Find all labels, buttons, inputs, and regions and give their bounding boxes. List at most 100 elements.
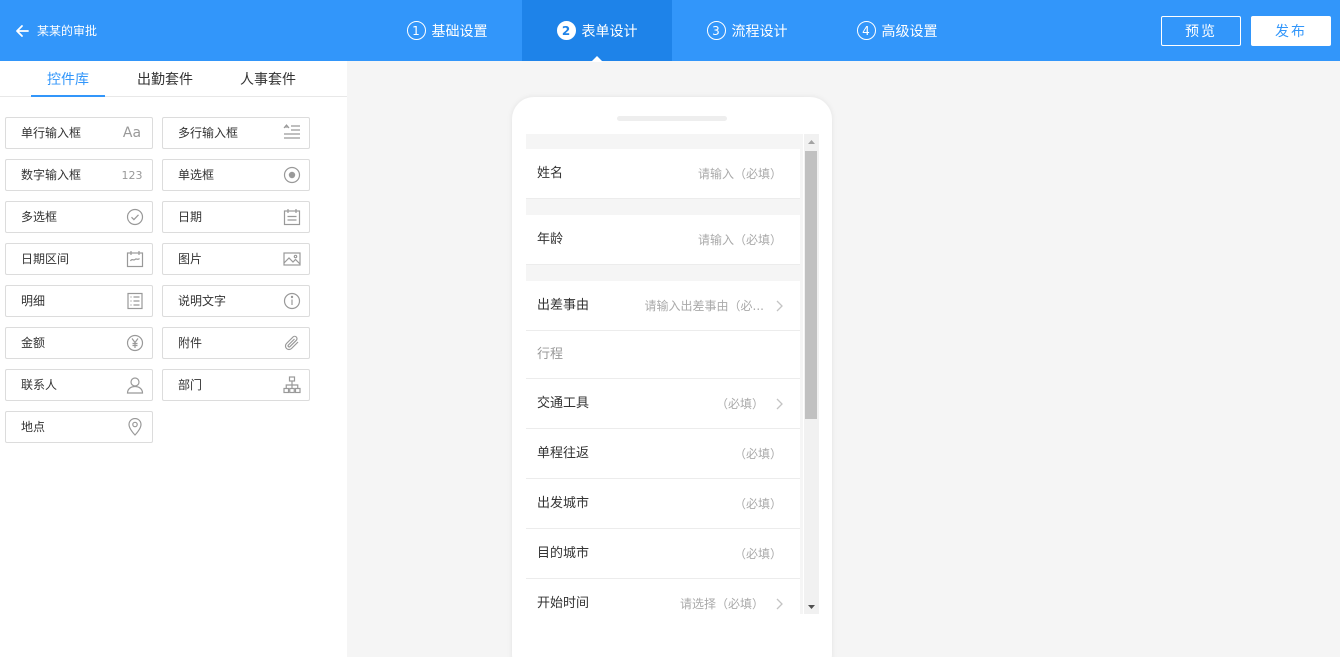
radio-icon [283,166,301,184]
publish-button[interactable]: 发布 [1251,16,1331,46]
step-label: 表单设计 [581,23,638,40]
chevron-right-icon [776,300,783,312]
step-label: 基础设置 [431,23,488,40]
control-department[interactable]: 部门 [162,369,310,401]
text-aa-icon: Aa [122,125,142,141]
control-description-text[interactable]: 说明文字 [162,285,310,317]
form-field-destination-city[interactable]: 目的城市 （必填） [526,529,800,579]
form-field-departure-city[interactable]: 出发城市 （必填） [526,479,800,529]
step-form-design[interactable]: 2 表单设计 [522,0,672,62]
form-canvas: 姓名 请输入（必填） 年龄 请输入（必填） 出差事由 请输入出差事由（必... … [526,134,803,614]
control-radio[interactable]: 单选框 [162,159,310,191]
control-amount[interactable]: 金额 [5,327,153,359]
form-field-one-way-round-trip[interactable]: 单程往返 （必填） [526,429,800,479]
form-field-transport[interactable]: 交通工具 （必填） [526,379,800,429]
control-label: 多选框 [21,210,58,224]
control-date[interactable]: 日期 [162,201,310,233]
info-icon [283,292,301,310]
step-number: 3 [706,21,726,40]
form-field-trip-reason[interactable]: 出差事由 请输入出差事由（必... [526,281,800,331]
number-123-icon: 123 [121,168,143,182]
form-scrollbar[interactable] [804,134,819,614]
phone-speaker [617,116,727,121]
form-field-name[interactable]: 姓名 请输入（必填） [526,149,800,199]
org-chart-icon [283,376,301,394]
field-label: 目的城市 [537,546,590,561]
control-label: 明细 [21,294,46,308]
back-button[interactable]: 某某的审批 [14,0,97,61]
field-placeholder: 请输入（必填） [697,233,782,247]
field-label: 年龄 [537,232,564,247]
form-field-age[interactable]: 年龄 请输入（必填） [526,215,800,265]
tab-hr-kit[interactable]: 人事套件 [231,61,305,97]
control-label: 单行输入框 [21,126,82,140]
step-nav: 1 基础设置 2 表单设计 3 流程设计 4 高级设置 [0,0,1340,62]
scroll-up-arrow-icon[interactable] [804,134,819,149]
image-icon [283,250,301,268]
field-label: 交通工具 [537,396,590,411]
control-detail[interactable]: 明细 [5,285,153,317]
field-placeholder: （必填） [715,397,764,411]
step-flow-design[interactable]: 3 流程设计 [672,0,822,61]
field-placeholder: （必填） [733,497,782,511]
field-label: 姓名 [537,166,564,181]
step-advanced-settings[interactable]: 4 高级设置 [822,0,972,61]
field-placeholder: （必填） [733,447,782,461]
user-icon [126,376,144,394]
control-label: 地点 [21,420,46,434]
control-library-panel: 控件库 出勤套件 人事套件 单行输入框 Aa 多行输入框 数字输入框 123 单… [0,61,347,657]
section-label: 行程 [537,347,564,362]
control-attachment[interactable]: 附件 [162,327,310,359]
multiline-text-icon [283,124,301,142]
control-single-line-input[interactable]: 单行输入框 Aa [5,117,153,149]
panel-tabs: 控件库 出勤套件 人事套件 [0,61,347,97]
back-label: 某某的审批 [37,24,98,38]
field-placeholder: 请输入（必填） [697,167,782,181]
control-label: 联系人 [21,378,58,392]
location-pin-icon [126,418,144,436]
form-section-itinerary[interactable]: 行程 [526,331,800,379]
scrollbar-thumb[interactable] [805,151,817,419]
preview-button[interactable]: 预览 [1161,16,1241,46]
control-label: 说明文字 [178,294,227,308]
field-label: 出差事由 [537,298,590,313]
control-label: 单选框 [178,168,215,182]
control-date-range[interactable]: 日期区间 [5,243,153,275]
control-image[interactable]: 图片 [162,243,310,275]
control-multi-line-input[interactable]: 多行输入框 [162,117,310,149]
paperclip-icon [283,334,301,352]
control-number-input[interactable]: 数字输入框 123 [5,159,153,191]
scroll-down-arrow-icon[interactable] [804,599,819,614]
control-label: 日期区间 [21,252,70,266]
control-location[interactable]: 地点 [5,411,153,443]
field-label: 开始时间 [537,596,590,611]
control-contact[interactable]: 联系人 [5,369,153,401]
calendar-icon [283,208,301,226]
control-label: 图片 [178,252,203,266]
yen-icon [126,334,144,352]
control-label: 多行输入框 [178,126,239,140]
field-label: 出发城市 [537,496,590,511]
step-label: 流程设计 [731,23,788,40]
step-label: 高级设置 [881,23,938,40]
step-number: 1 [406,21,426,40]
control-label: 日期 [178,210,203,224]
arrow-left-icon [16,24,29,37]
step-basic-settings[interactable]: 1 基础设置 [372,0,522,61]
top-header: 某某的审批 1 基础设置 2 表单设计 3 流程设计 4 高级设置 预览 发布 [0,0,1340,62]
tab-control-library[interactable]: 控件库 [31,61,105,97]
tab-attendance-kit[interactable]: 出勤套件 [128,61,202,97]
field-placeholder: 请选择（必填） [679,597,764,611]
step-number: 2 [556,21,576,40]
detail-list-icon [126,292,144,310]
chevron-right-icon [776,598,783,610]
form-field-start-time[interactable]: 开始时间 请选择（必填） [526,579,800,614]
phone-preview: 姓名 请输入（必填） 年龄 请输入（必填） 出差事由 请输入出差事由（必... … [512,97,832,657]
checkbox-check-icon [126,208,144,226]
control-checkbox[interactable]: 多选框 [5,201,153,233]
field-placeholder: （必填） [733,547,782,561]
control-label: 金额 [21,336,46,350]
field-placeholder: 请输入出差事由（必... [644,299,764,313]
step-number: 4 [856,21,876,40]
control-label: 数字输入框 [21,168,82,182]
